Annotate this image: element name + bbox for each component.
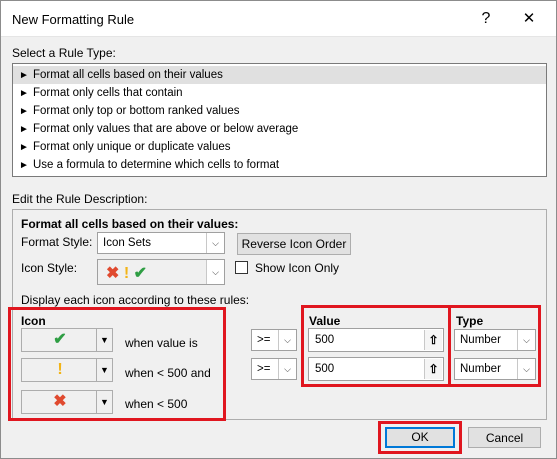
arrow-icon: ► bbox=[19, 124, 29, 135]
check-icon: ✔ bbox=[133, 265, 148, 282]
rule-type-item-cells-contain[interactable]: ► Format only cells that contain bbox=[13, 84, 546, 102]
help-button[interactable]: ? bbox=[474, 7, 498, 31]
arrow-icon: ► bbox=[19, 160, 29, 171]
show-icon-only-label: Show Icon Only bbox=[255, 261, 340, 275]
rule-type-item-unique-duplicate[interactable]: ► Format only unique or duplicate values bbox=[13, 138, 546, 156]
ok-button[interactable]: OK bbox=[385, 427, 455, 448]
arrow-icon: ► bbox=[19, 142, 29, 153]
chevron-down-icon: ⌵ bbox=[278, 359, 296, 379]
rule-type-item-top-bottom[interactable]: ► Format only top or bottom ranked values bbox=[13, 102, 546, 120]
exclamation-icon: ! bbox=[123, 265, 130, 282]
chevron-down-icon: ⌵ bbox=[206, 233, 224, 253]
icon-style-dropdown[interactable]: ✖ ! ✔ ⌵ bbox=[97, 259, 225, 285]
dialog-title: New Formatting Rule bbox=[12, 12, 135, 27]
format-style-label: Format Style: bbox=[21, 235, 93, 249]
edit-description-label: Edit the Rule Description: bbox=[12, 192, 148, 206]
type-column-highlight bbox=[448, 305, 541, 387]
format-style-value: Icon Sets bbox=[103, 237, 151, 249]
close-button[interactable]: ✕ bbox=[517, 7, 541, 31]
rule-type-item-above-below-average[interactable]: ► Format only values that are above or be… bbox=[13, 120, 546, 138]
operator-1-value: >= bbox=[257, 334, 271, 346]
rules-label: Display each icon according to these rul… bbox=[21, 293, 250, 307]
operator-1-dropdown[interactable]: >= ⌵ bbox=[251, 329, 297, 351]
icon-rules-highlight bbox=[8, 307, 226, 421]
icon-style-label: Icon Style: bbox=[21, 261, 78, 275]
arrow-icon: ► bbox=[19, 88, 29, 99]
red-x-icon: ✖ bbox=[106, 265, 120, 282]
arrow-icon: ► bbox=[19, 70, 29, 81]
title-bar: New Formatting Rule ? ✕ bbox=[1, 1, 556, 37]
chevron-down-icon: ⌵ bbox=[278, 330, 296, 350]
rule-type-list[interactable]: ► Format all cells based on their values … bbox=[12, 63, 547, 177]
description-heading: Format all cells based on their values: bbox=[21, 217, 239, 231]
icon-style-preview: ✖ ! ✔ bbox=[106, 263, 147, 283]
format-style-dropdown[interactable]: Icon Sets ⌵ bbox=[97, 232, 225, 254]
chevron-down-icon: ⌵ bbox=[206, 260, 224, 284]
operator-2-dropdown[interactable]: >= ⌵ bbox=[251, 358, 297, 380]
operator-2-value: >= bbox=[257, 363, 271, 375]
value-column-highlight bbox=[301, 305, 451, 387]
new-formatting-rule-dialog: New Formatting Rule ? ✕ Select a Rule Ty… bbox=[0, 0, 557, 459]
cancel-button[interactable]: Cancel bbox=[468, 427, 541, 448]
rule-type-label: Select a Rule Type: bbox=[12, 46, 116, 60]
arrow-icon: ► bbox=[19, 106, 29, 117]
rule-type-item-all-cells[interactable]: ► Format all cells based on their values bbox=[13, 66, 546, 84]
show-icon-only-checkbox[interactable] bbox=[235, 261, 248, 274]
rule-type-item-formula[interactable]: ► Use a formula to determine which cells … bbox=[13, 156, 546, 174]
reverse-icon-order-button[interactable]: Reverse Icon Order bbox=[237, 233, 351, 255]
